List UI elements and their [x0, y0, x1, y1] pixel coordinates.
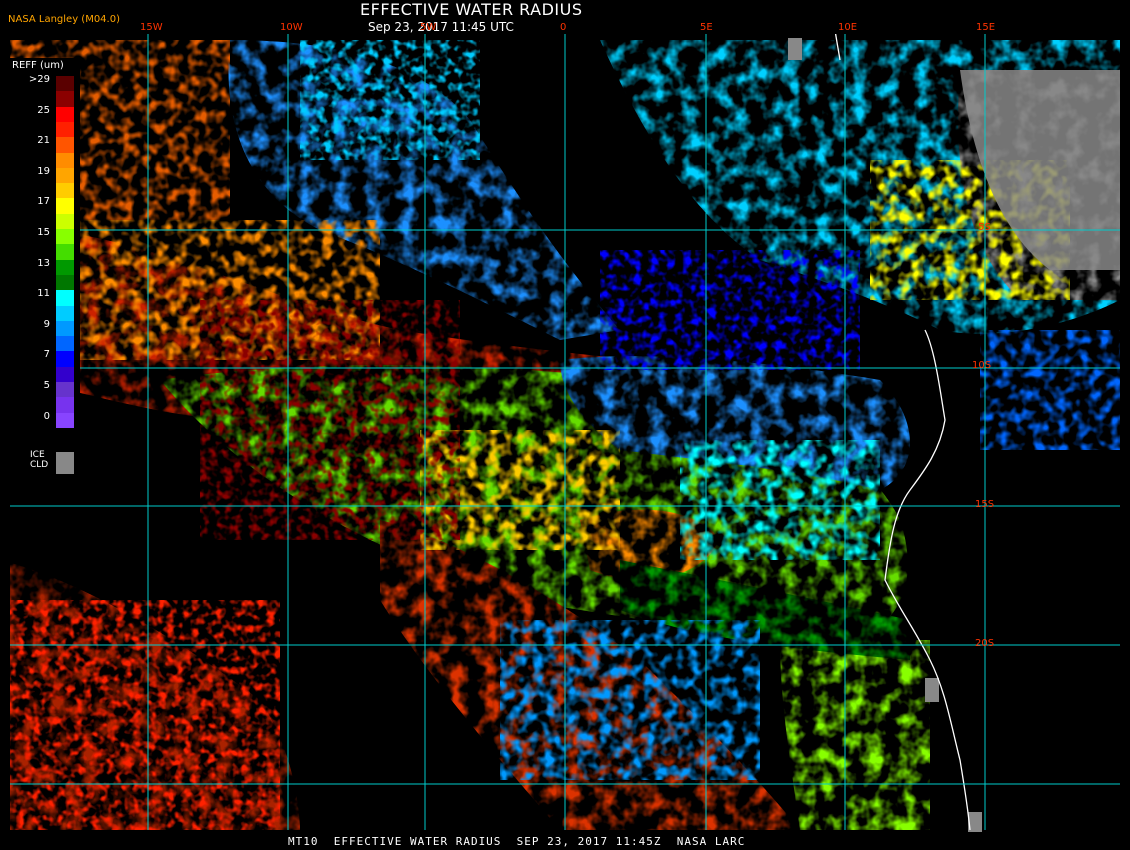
- legend-title: REFF (um): [12, 60, 64, 71]
- legend-tick-label: 0: [43, 410, 50, 422]
- color-legend: REFF (um) >29 25 21 19 17 15 13 11 9 7 5 0 ICE CLD: [8, 58, 80, 478]
- lat-label-10s: 10S: [972, 360, 992, 371]
- map-title: EFFECTIVE WATER RADIUS: [360, 0, 583, 19]
- legend-tick-label: 7: [43, 349, 50, 361]
- legend-tick-label: 17: [37, 196, 50, 208]
- legend-swatch: [56, 152, 74, 169]
- legend-swatch: [56, 259, 74, 276]
- legend-tick-label: 21: [37, 135, 50, 147]
- credit-label: NASA Langley (M04.0): [8, 14, 120, 25]
- legend-swatch: [56, 320, 74, 337]
- legend-swatch: [56, 183, 74, 199]
- legend-swatch: [56, 366, 74, 383]
- legend-tick-label: 13: [37, 257, 50, 269]
- legend-swatch: [56, 274, 74, 291]
- map-subtitle: Sep 23, 2017 11:45 UTC: [368, 20, 514, 34]
- legend-swatch: [56, 305, 74, 322]
- legend-swatch: [56, 137, 74, 153]
- legend-tick-label: 9: [43, 318, 50, 330]
- lon-label-15w: 15W: [140, 22, 163, 33]
- legend-tick-label: 19: [37, 165, 50, 177]
- legend-swatch: [56, 290, 74, 307]
- legend-swatch: [56, 244, 74, 261]
- ice-cloud-label-1: ICE: [30, 450, 45, 460]
- legend-swatch: [56, 229, 74, 245]
- legend-swatch: [56, 198, 74, 215]
- legend-tick-label: 11: [37, 288, 50, 300]
- legend-swatch: [56, 412, 74, 429]
- legend-tick-label: 25: [37, 104, 50, 116]
- legend-swatch: [56, 106, 74, 123]
- legend-swatch: [56, 213, 74, 230]
- cloud-effective-radius-map: [0, 0, 1130, 850]
- legend-swatch: [56, 382, 74, 398]
- legend-swatch: [56, 121, 74, 138]
- ice-cloud-label-2: CLD: [30, 460, 49, 470]
- lon-label-10e: 10E: [838, 22, 858, 33]
- legend-swatch: [56, 91, 74, 108]
- footer-caption: MT10 EFFECTIVE WATER RADIUS SEP 23, 2017…: [288, 835, 746, 848]
- lat-label-5s: 5S: [978, 222, 991, 233]
- legend-swatch: [56, 397, 74, 414]
- lat-label-20s: 20S: [975, 638, 995, 649]
- legend-swatch: [56, 336, 74, 352]
- legend-swatch: [56, 167, 74, 184]
- lon-label-10w: 10W: [280, 22, 303, 33]
- ice-cloud-swatch: [56, 452, 74, 474]
- legend-labels: >29 25 21 19 17 15 13 11 9 7 5 0: [8, 74, 54, 428]
- lon-label-15e: 15E: [976, 22, 996, 33]
- legend-swatch: [56, 351, 74, 368]
- lat-label-15s: 15S: [975, 499, 995, 510]
- lon-label-0: 0: [560, 22, 567, 33]
- legend-tick-label: 5: [43, 380, 50, 392]
- legend-swatch: [56, 76, 74, 92]
- lon-label-5w: 5W: [420, 22, 437, 33]
- legend-tick-label: >29: [28, 74, 50, 85]
- lon-label-5e: 5E: [700, 22, 713, 33]
- legend-tick-label: 15: [37, 227, 50, 239]
- legend-color-bar: [56, 76, 74, 429]
